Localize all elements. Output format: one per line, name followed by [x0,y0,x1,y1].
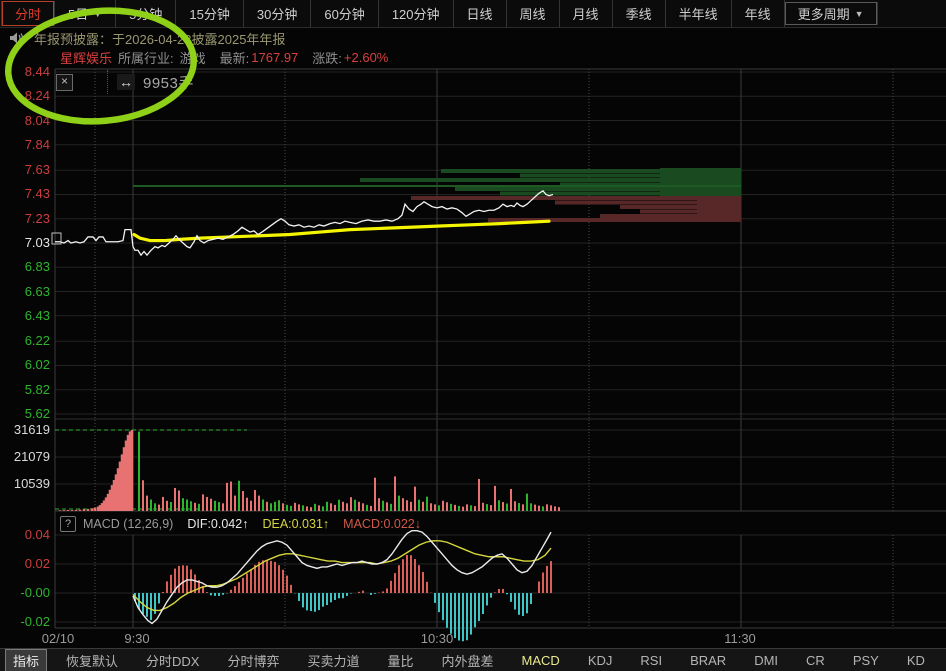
macd-axis-label: 0.02 [24,556,50,571]
price-axis-label: 6.83 [24,259,50,275]
intraday-chart[interactable] [0,0,946,671]
price-axis-label: 8.24 [24,88,50,104]
volume-axis-label: 31619 [13,422,50,437]
tab-分时DDX[interactable]: 分时DDX [137,650,208,671]
volume-axis-label: 21079 [13,449,50,464]
tab-买卖力道[interactable]: 买卖力道 [299,650,369,671]
price-axis-label: 7.63 [24,162,50,178]
price-axis-label: 7.43 [24,186,50,202]
macd-axis-label: -0.02 [20,614,50,629]
tab-RSI[interactable]: RSI [631,652,671,669]
tab-KDJ[interactable]: KDJ [579,652,622,669]
price-axis-label: 6.63 [24,283,50,299]
price-axis-label: 8.44 [24,64,50,79]
tab-指标[interactable]: 指标 [5,649,48,671]
price-axis-label: 7.03 [24,235,50,250]
tab-PSY[interactable]: PSY [844,652,888,669]
price-axis-label: 5.82 [24,381,50,397]
tab-量比[interactable]: 量比 [379,650,423,671]
tab-恢复默认[interactable]: 恢复默认 [57,650,127,671]
tab-BRAR[interactable]: BRAR [681,652,735,669]
close-icon[interactable]: × [56,73,73,91]
chart-toolbar-tooltip: × ↔ 9953手 [56,70,194,94]
tab-DMI[interactable]: DMI [745,652,787,669]
price-axis-label: 8.04 [24,112,50,128]
price-axis-label: 7.23 [24,210,50,226]
price-axis-label: 7.84 [24,136,50,152]
macd-axis-label: 0.04 [24,527,50,542]
price-axis-label: 6.02 [24,357,50,373]
time-axis-label: 02/10 [41,631,75,646]
tab-MACD[interactable]: MACD [513,652,569,669]
resize-arrows-icon[interactable]: ↔ [117,74,135,90]
indicator-label-row: ? MACD (12,26,9) DIF:0.042↑ DEA:0.031↑ M… [60,514,421,534]
time-axis-label: 9:30 [124,631,150,646]
price-axis-label: 5.62 [24,406,50,421]
time-axis-label: 11:30 [724,631,756,646]
trading-app-window: 分时 5日 ▼ 5分钟 15分钟 30分钟 60分钟 120分钟 日线 周线 月线 季线 半年线 年线 更多… [0,0,946,671]
dea-value: DEA:0.031↑ [262,517,330,531]
price-axis-label: 6.43 [24,307,50,323]
price-axis-label: 6.22 [24,333,50,349]
tooltip-volume-value: 9953手 [143,74,194,92]
tab-CR[interactable]: CR [797,652,834,669]
dif-value: DIF:0.042↑ [187,517,249,531]
tab-分时博弈[interactable]: 分时博弈 [218,650,288,671]
help-icon[interactable]: ? [60,516,76,532]
tab-内外盘差[interactable]: 内外盘差 [433,650,503,671]
tab-KD[interactable]: KD [898,652,934,669]
volume-axis-label: 10539 [13,476,50,491]
macd-axis-label: -0.00 [20,585,50,600]
indicator-tabs: 指标 恢复默认 分时DDX 分时博弈 买卖力道 量比 内外盘差 MACD KDJ RSI BRAR D… [0,648,946,671]
time-axis-label: 10:30 [420,631,454,646]
macd-value: MACD:0.022↓ [343,517,421,531]
indicator-name: MACD (12,26,9) [83,517,174,531]
tooltip-divider [73,70,108,94]
